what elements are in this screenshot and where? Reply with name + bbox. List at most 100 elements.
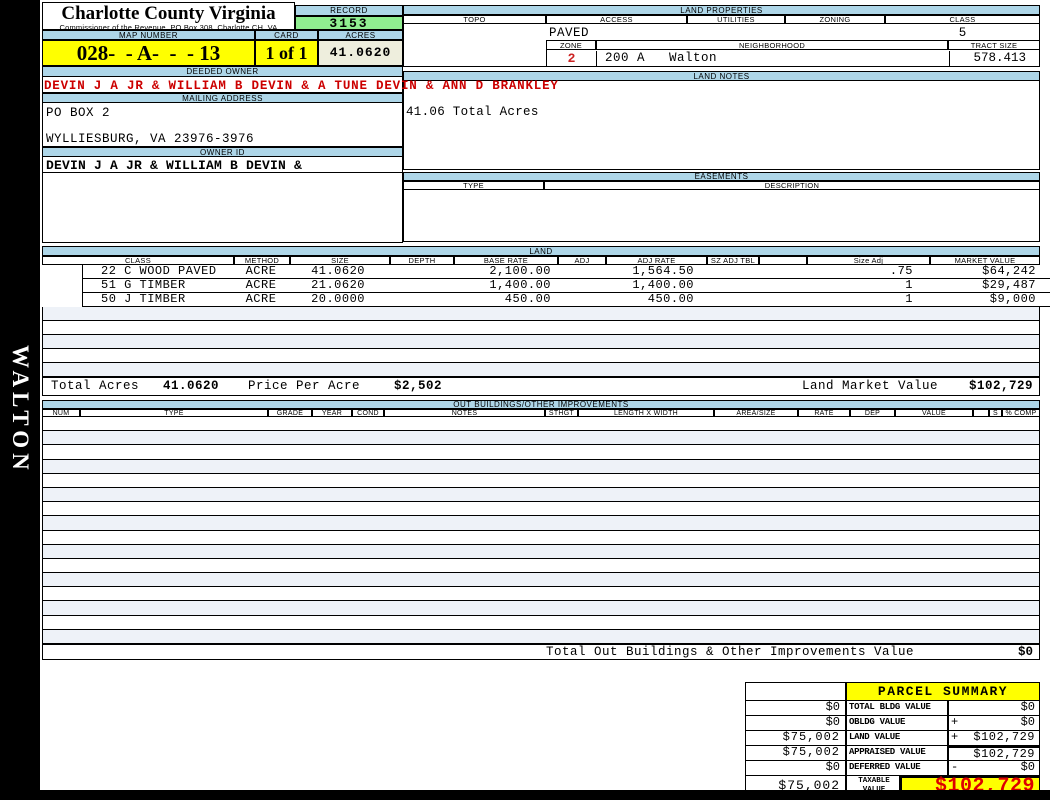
ps-value: $0	[1020, 700, 1035, 714]
parcel-summary-title: PARCEL SUMMARY	[846, 682, 1040, 701]
zone-value-row: 2 200 A Walton 578.413	[546, 50, 1040, 67]
land-cell-size-adj: .75	[889, 264, 913, 278]
record-label: RECORD	[295, 5, 403, 16]
land-market-value-value: $102,729	[968, 379, 1033, 393]
ps-left-deferred: $0	[745, 761, 846, 776]
land-cell-size: 20.0000	[311, 292, 365, 306]
land-cell-size: 41.0620	[311, 264, 365, 278]
ps-left-total-bldg: $0	[745, 701, 846, 716]
land-cell-adj-rate: 1,400.00	[632, 278, 694, 292]
ps-left-appraised: $75,002	[745, 746, 846, 761]
land-section-label: LAND	[42, 246, 1040, 256]
ob-hdr-grade: GRADE	[268, 409, 312, 417]
class-value: 5	[958, 26, 967, 40]
ps-left-obldg: $0	[745, 716, 846, 731]
ps-value-appraised-cell: $102,729	[948, 746, 1040, 761]
land-cell-size-adj: 1	[905, 278, 913, 292]
ps-value: $102,729	[973, 747, 1035, 761]
ob-hdr-area-size: AREA/SIZE	[714, 409, 798, 417]
record-value: 3153	[295, 16, 403, 30]
out-buildings-section-label: OUT BUILDINGS/OTHER IMPROVEMENTS	[42, 400, 1040, 409]
land-notes-box: 41.06 Total Acres	[403, 81, 1040, 170]
ps-label-deferred: DEFERRED VALUE	[846, 761, 948, 776]
total-acres-label: Total Acres	[51, 379, 140, 393]
land-hdr-sz-adj-tbl: SZ ADJ TBL	[707, 256, 759, 265]
mailing-line1: PO BOX 2	[46, 106, 111, 120]
ps-op: +	[951, 715, 959, 729]
land-cell-method: ACRE	[245, 292, 277, 306]
ob-hdr-dep: DEP	[850, 409, 895, 417]
ps-op: +	[951, 730, 959, 744]
ob-hdr-type: TYPE	[80, 409, 268, 417]
land-properties-label: LAND PROPERTIES	[403, 5, 1040, 15]
ob-hdr-value: VALUE	[895, 409, 973, 417]
neighborhood-name: Walton	[669, 51, 718, 65]
ob-hdr-blank	[973, 409, 989, 417]
deeded-owner-value: DEVIN J A JR & WILLIAM B DEVIN & A TUNE …	[44, 79, 559, 93]
utilities-col-label: UTILITIES	[687, 15, 785, 24]
card-value: 1 of 1	[255, 40, 318, 66]
zoning-col-label: ZONING	[785, 15, 885, 24]
ps-value: $0	[1020, 760, 1035, 774]
ob-hdr-pct-comp: % COMP	[1002, 409, 1040, 417]
easement-description-label: DESCRIPTION	[544, 181, 1040, 190]
topo-col-label: TOPO	[403, 15, 546, 24]
ps-value: $102,729	[973, 730, 1035, 744]
neighborhood-code: 200 A	[605, 51, 646, 65]
land-cell-base-rate: 1,400.00	[489, 278, 551, 292]
land-cell-class: 51 G TIMBER	[101, 278, 186, 292]
out-buildings-empty-rows	[42, 417, 1040, 644]
total-acres-value: 41.0620	[163, 379, 220, 393]
out-buildings-total-value: $0	[1017, 645, 1033, 659]
property-record-card: Charlotte County Virginia Commissioner o…	[40, 0, 1050, 797]
land-totals-row: Total Acres 41.0620 Price Per Acre $2,50…	[42, 377, 1040, 396]
ps-left-land: $75,002	[745, 731, 846, 746]
land-hdr-depth: DEPTH	[390, 256, 454, 265]
land-hdr-blank	[759, 256, 807, 265]
land-cell-method: ACRE	[245, 278, 277, 292]
access-col-label: ACCESS	[546, 15, 687, 24]
ps-label-appraised: APPRAISED VALUE	[846, 746, 948, 761]
tract-size-value: 578.413	[949, 51, 1034, 66]
easements-label: EASEMENTS	[403, 172, 1040, 181]
land-cell-market-value: $9,000	[989, 292, 1036, 306]
easement-type-label: TYPE	[403, 181, 544, 190]
ps-value-land-cell: + $102,729	[948, 731, 1040, 746]
owner-panel-empty	[42, 173, 403, 243]
county-title: Charlotte County Virginia	[61, 3, 276, 24]
land-cell-market-value: $64,242	[982, 264, 1036, 278]
ob-hdr-sthgt: STHGT	[545, 409, 578, 417]
owner-id-box: DEVIN J A JR & WILLIAM B DEVIN &	[42, 157, 403, 173]
map-number-value: 028- - A- - - 13	[42, 40, 255, 66]
zone-value: 2	[547, 51, 597, 66]
land-empty-rows	[42, 307, 1040, 377]
land-cell-adj-rate: 450.00	[647, 292, 694, 306]
owner-id-value: DEVIN J A JR & WILLIAM B DEVIN &	[46, 158, 303, 173]
ps-value-obldg-cell: + $0	[948, 716, 1040, 731]
land-cell-size: 21.0620	[311, 278, 365, 292]
parcel-summary-left-header-cell	[745, 682, 846, 701]
land-cell-market-value: $29,487	[982, 278, 1036, 292]
ob-hdr-length-width: LENGTH X WIDTH	[578, 409, 714, 417]
ps-value-total-bldg-cell: $0	[948, 701, 1040, 716]
land-row: 22 C WOOD PAVED ACRE 41.0620 2,100.00 1,…	[82, 265, 1050, 279]
acres-label: ACRES	[318, 30, 403, 40]
land-cell-method: ACRE	[245, 264, 277, 278]
ob-hdr-num: NUM	[42, 409, 80, 417]
ob-hdr-s: S	[989, 409, 1002, 417]
land-row: 51 G TIMBER ACRE 21.0620 1,400.00 1,400.…	[82, 279, 1050, 293]
land-cell-base-rate: 450.00	[504, 292, 551, 306]
ps-op: -	[951, 760, 959, 774]
card-label: CARD	[255, 30, 318, 40]
land-cell-class: 50 J TIMBER	[101, 292, 186, 306]
mailing-address-box: PO BOX 2 WYLLIESBURG, VA 23976-3976	[42, 103, 403, 147]
land-row: 50 J TIMBER ACRE 20.0000 450.00 450.00 1…	[82, 293, 1050, 307]
land-cell-size-adj: 1	[905, 292, 913, 306]
mailing-address-label: MAILING ADDRESS	[42, 93, 403, 103]
land-cell-adj-rate: 1,564.50	[632, 264, 694, 278]
ps-value: $0	[1020, 715, 1035, 729]
tract-size-col-label: TRACT SIZE	[948, 40, 1040, 50]
sidebar-neighborhood-band: WALTON	[0, 0, 40, 790]
out-buildings-total-row: Total Out Buildings & Other Improvements…	[42, 644, 1040, 660]
ps-label-total-bldg: TOTAL BLDG VALUE	[846, 701, 948, 716]
